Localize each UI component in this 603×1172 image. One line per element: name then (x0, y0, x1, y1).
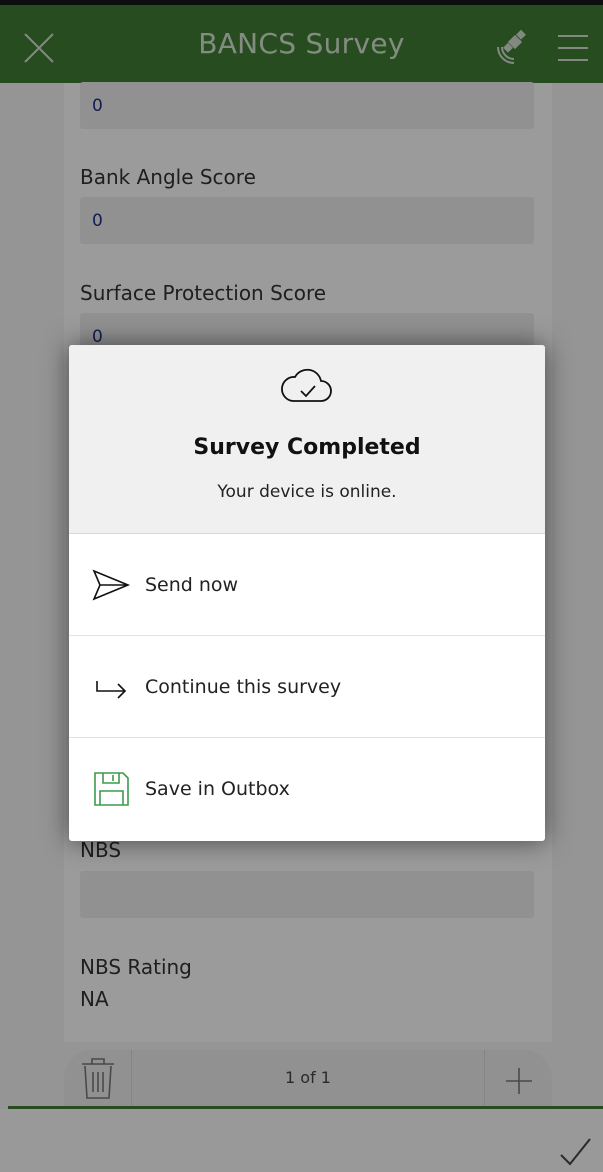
continue-arrow-icon (91, 669, 131, 705)
continue-survey-label: Continue this survey (145, 676, 342, 698)
save-in-outbox-label: Save in Outbox (145, 778, 290, 800)
survey-completed-dialog: Survey Completed Your device is online. … (69, 345, 545, 841)
continue-survey-button[interactable]: Continue this survey (69, 636, 545, 738)
save-in-outbox-button[interactable]: Save in Outbox (69, 738, 545, 840)
dialog-subtitle: Your device is online. (217, 482, 397, 502)
cloud-check-icon (277, 361, 337, 409)
app-screen: BANCS Survey 0 Bank Angle Score 0 Surfac… (0, 0, 603, 1172)
save-icon (91, 771, 131, 807)
dialog-title: Survey Completed (193, 435, 421, 460)
send-icon (91, 567, 131, 603)
send-now-label: Send now (145, 574, 239, 596)
dialog-header: Survey Completed Your device is online. (69, 345, 545, 534)
send-now-button[interactable]: Send now (69, 534, 545, 636)
